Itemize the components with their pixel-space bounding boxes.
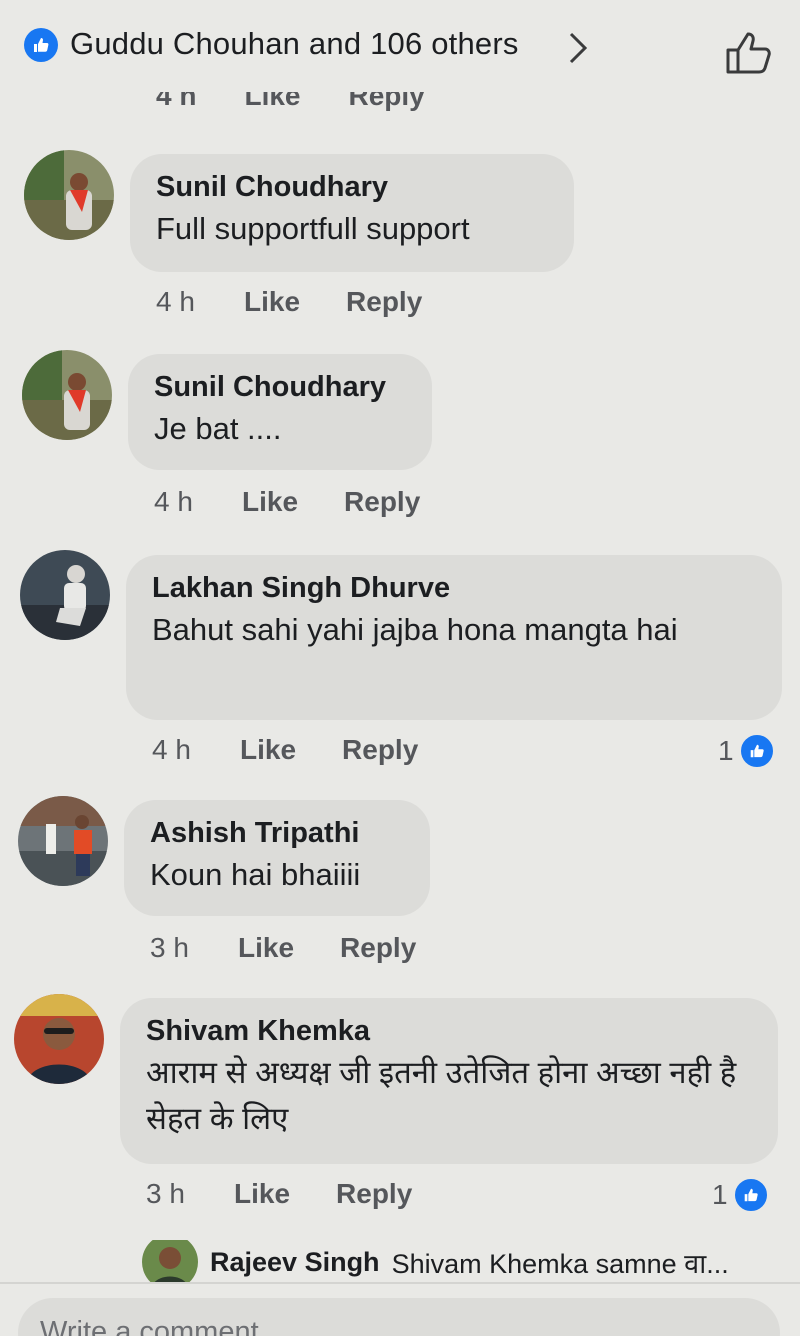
reply-button[interactable]: Reply (344, 486, 420, 518)
comment-time: 4 h (154, 486, 193, 517)
comment-bubble[interactable]: Sunil Choudhary Full supportfull support (130, 154, 574, 272)
like-button[interactable]: Like (238, 932, 294, 964)
comment-author[interactable]: Sunil Choudhary (154, 368, 408, 406)
comment-text: Full supportfull support (156, 211, 470, 246)
comment-author[interactable]: Ashish Tripathi (150, 814, 406, 852)
comment-time: 4 h (156, 92, 197, 111)
like-reaction-icon (24, 28, 58, 62)
comment-text: Bahut sahi yahi jajba hona mangta hai (152, 612, 678, 647)
comment-time: 4 h (156, 286, 195, 317)
chevron-right-icon[interactable] (566, 30, 590, 66)
reply-button[interactable]: Reply (336, 1178, 412, 1210)
like-reaction-icon (737, 732, 776, 770)
reply-button[interactable]: Reply (349, 92, 425, 124)
comment-text: आराम से अध्यक्ष जी इतनी उतेजित होना अच्छ… (146, 1055, 737, 1136)
comment-actions: 4 h Like Reply (154, 486, 466, 518)
comment-author[interactable]: Shivam Khemka (146, 1012, 754, 1050)
thumbs-up-outline-icon[interactable] (724, 28, 774, 76)
avatar[interactable] (20, 550, 110, 640)
comment-time: 4 h (152, 734, 191, 765)
comment-bubble[interactable]: Lakhan Singh Dhurve Bahut sahi yahi jajb… (126, 555, 782, 720)
comment-time: 3 h (150, 932, 189, 963)
reply-preview[interactable]: Rajeev Singh Shivam Khemka samne वा... (142, 1240, 782, 1284)
reaction-summary[interactable]: 1 (718, 732, 776, 770)
previous-comment-actions: 4 h Like Reply (156, 92, 425, 124)
like-button[interactable]: Like (242, 486, 298, 518)
comment-input[interactable]: Write a comment (18, 1298, 780, 1336)
comment-text: Je bat .... (154, 411, 282, 446)
avatar[interactable] (14, 994, 104, 1084)
reaction-summary[interactable]: 1 (712, 1176, 770, 1214)
reply-button[interactable]: Reply (346, 286, 422, 318)
reply-button[interactable]: Reply (342, 734, 418, 766)
reply-text: Shivam Khemka samne वा... (391, 1248, 729, 1279)
reactions-summary[interactable]: Guddu Chouhan and 106 others (70, 26, 519, 62)
comment-input-placeholder: Write a comment (40, 1316, 259, 1336)
comment-actions: 4 h Like Reply (152, 734, 464, 766)
reaction-count: 1 (712, 1179, 728, 1210)
like-button[interactable]: Like (240, 734, 296, 766)
reactions-header[interactable]: Guddu Chouhan and 106 others (0, 0, 800, 90)
divider (0, 1282, 800, 1284)
reply-button[interactable]: Reply (340, 932, 416, 964)
comment-bubble[interactable]: Ashish Tripathi Koun hai bhaiiii (124, 800, 430, 916)
comment-actions: 3 h Like Reply (150, 932, 462, 964)
comment-author[interactable]: Sunil Choudhary (156, 168, 550, 206)
avatar[interactable] (18, 796, 108, 886)
comment-actions: 4 h Like Reply (156, 286, 468, 318)
like-button[interactable]: Like (244, 286, 300, 318)
comment-bubble[interactable]: Shivam Khemka आराम से अध्यक्ष जी इतनी उत… (120, 998, 778, 1164)
comment-time: 3 h (146, 1178, 185, 1209)
comment-text: Koun hai bhaiiii (150, 857, 361, 892)
comment-bubble[interactable]: Sunil Choudhary Je bat .... (128, 354, 432, 470)
like-button[interactable]: Like (234, 1178, 290, 1210)
like-reaction-icon (731, 1176, 770, 1214)
reply-author[interactable]: Rajeev Singh (210, 1247, 380, 1278)
comment-author[interactable]: Lakhan Singh Dhurve (152, 569, 758, 607)
avatar[interactable] (24, 150, 114, 240)
comment-actions: 3 h Like Reply (146, 1178, 458, 1210)
reaction-count: 1 (718, 735, 734, 766)
avatar[interactable] (142, 1240, 198, 1284)
like-button[interactable]: Like (244, 92, 300, 124)
avatar[interactable] (22, 350, 112, 440)
